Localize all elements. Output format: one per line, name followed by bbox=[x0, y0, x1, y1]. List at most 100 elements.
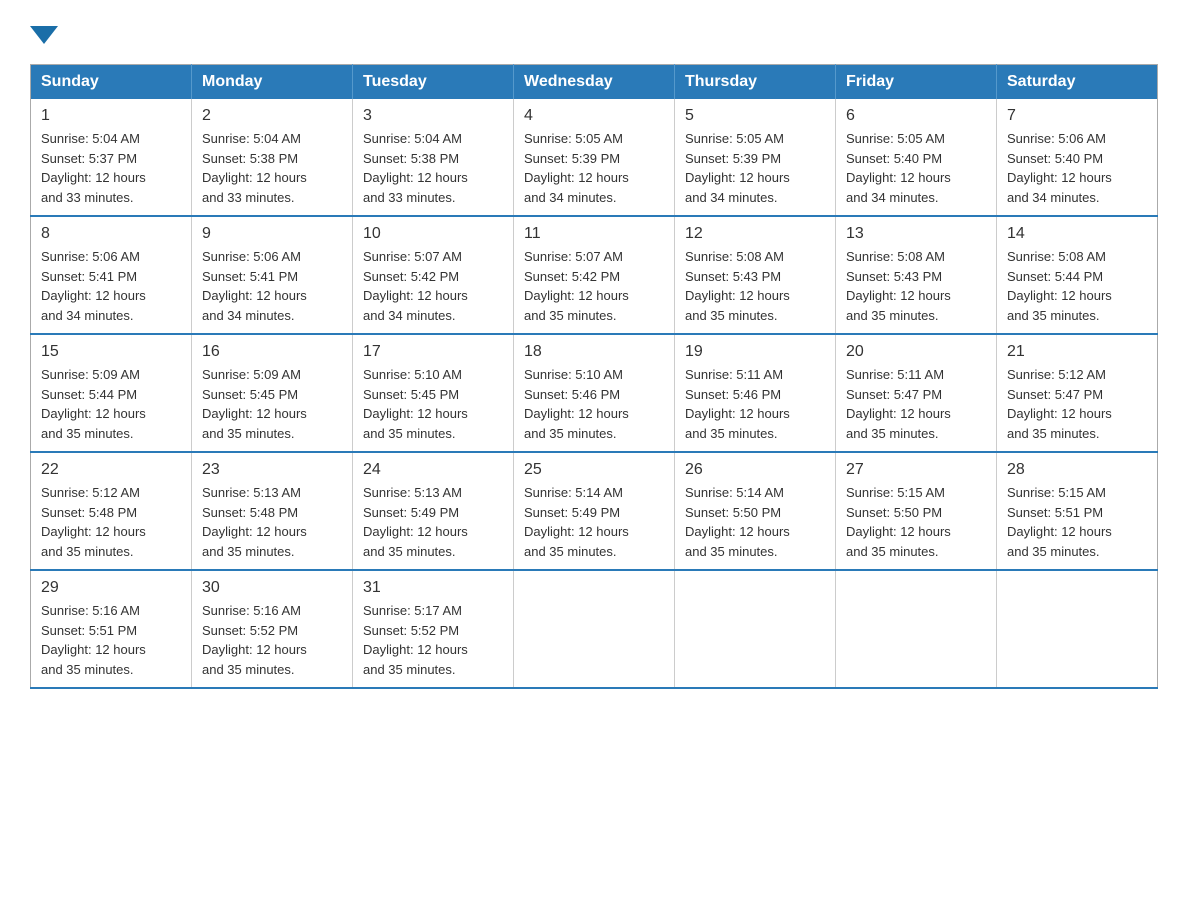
calendar-cell: 19 Sunrise: 5:11 AM Sunset: 5:46 PM Dayl… bbox=[675, 334, 836, 452]
calendar-cell: 30 Sunrise: 5:16 AM Sunset: 5:52 PM Dayl… bbox=[192, 570, 353, 688]
day-info: Sunrise: 5:05 AM Sunset: 5:39 PM Dayligh… bbox=[524, 129, 664, 207]
logo-block bbox=[30, 20, 58, 44]
day-info: Sunrise: 5:10 AM Sunset: 5:45 PM Dayligh… bbox=[363, 365, 503, 443]
day-info: Sunrise: 5:15 AM Sunset: 5:50 PM Dayligh… bbox=[846, 483, 986, 561]
calendar-cell: 15 Sunrise: 5:09 AM Sunset: 5:44 PM Dayl… bbox=[31, 334, 192, 452]
day-number: 20 bbox=[846, 343, 986, 361]
day-info: Sunrise: 5:04 AM Sunset: 5:38 PM Dayligh… bbox=[202, 129, 342, 207]
calendar-body: 1 Sunrise: 5:04 AM Sunset: 5:37 PM Dayli… bbox=[31, 99, 1158, 688]
calendar-week-1: 1 Sunrise: 5:04 AM Sunset: 5:37 PM Dayli… bbox=[31, 99, 1158, 216]
calendar-cell: 22 Sunrise: 5:12 AM Sunset: 5:48 PM Dayl… bbox=[31, 452, 192, 570]
calendar-cell: 16 Sunrise: 5:09 AM Sunset: 5:45 PM Dayl… bbox=[192, 334, 353, 452]
header-day-wednesday: Wednesday bbox=[514, 65, 675, 100]
day-number: 23 bbox=[202, 461, 342, 479]
calendar-cell: 17 Sunrise: 5:10 AM Sunset: 5:45 PM Dayl… bbox=[353, 334, 514, 452]
day-number: 28 bbox=[1007, 461, 1147, 479]
day-info: Sunrise: 5:08 AM Sunset: 5:44 PM Dayligh… bbox=[1007, 247, 1147, 325]
calendar-cell: 18 Sunrise: 5:10 AM Sunset: 5:46 PM Dayl… bbox=[514, 334, 675, 452]
calendar-cell: 26 Sunrise: 5:14 AM Sunset: 5:50 PM Dayl… bbox=[675, 452, 836, 570]
day-info: Sunrise: 5:09 AM Sunset: 5:45 PM Dayligh… bbox=[202, 365, 342, 443]
calendar-cell: 9 Sunrise: 5:06 AM Sunset: 5:41 PM Dayli… bbox=[192, 216, 353, 334]
day-info: Sunrise: 5:08 AM Sunset: 5:43 PM Dayligh… bbox=[685, 247, 825, 325]
day-number: 16 bbox=[202, 343, 342, 361]
day-info: Sunrise: 5:11 AM Sunset: 5:46 PM Dayligh… bbox=[685, 365, 825, 443]
calendar-week-4: 22 Sunrise: 5:12 AM Sunset: 5:48 PM Dayl… bbox=[31, 452, 1158, 570]
calendar-cell: 2 Sunrise: 5:04 AM Sunset: 5:38 PM Dayli… bbox=[192, 99, 353, 216]
day-number: 2 bbox=[202, 107, 342, 125]
day-number: 9 bbox=[202, 225, 342, 243]
day-number: 24 bbox=[363, 461, 503, 479]
calendar-cell: 28 Sunrise: 5:15 AM Sunset: 5:51 PM Dayl… bbox=[997, 452, 1158, 570]
calendar-cell: 3 Sunrise: 5:04 AM Sunset: 5:38 PM Dayli… bbox=[353, 99, 514, 216]
calendar-cell: 21 Sunrise: 5:12 AM Sunset: 5:47 PM Dayl… bbox=[997, 334, 1158, 452]
calendar-header: SundayMondayTuesdayWednesdayThursdayFrid… bbox=[31, 65, 1158, 100]
day-info: Sunrise: 5:04 AM Sunset: 5:38 PM Dayligh… bbox=[363, 129, 503, 207]
calendar-cell: 24 Sunrise: 5:13 AM Sunset: 5:49 PM Dayl… bbox=[353, 452, 514, 570]
day-number: 4 bbox=[524, 107, 664, 125]
day-number: 14 bbox=[1007, 225, 1147, 243]
calendar-cell: 29 Sunrise: 5:16 AM Sunset: 5:51 PM Dayl… bbox=[31, 570, 192, 688]
day-info: Sunrise: 5:17 AM Sunset: 5:52 PM Dayligh… bbox=[363, 601, 503, 679]
calendar-cell: 6 Sunrise: 5:05 AM Sunset: 5:40 PM Dayli… bbox=[836, 99, 997, 216]
calendar-cell: 1 Sunrise: 5:04 AM Sunset: 5:37 PM Dayli… bbox=[31, 99, 192, 216]
day-info: Sunrise: 5:16 AM Sunset: 5:52 PM Dayligh… bbox=[202, 601, 342, 679]
day-number: 27 bbox=[846, 461, 986, 479]
day-info: Sunrise: 5:12 AM Sunset: 5:47 PM Dayligh… bbox=[1007, 365, 1147, 443]
calendar-cell: 20 Sunrise: 5:11 AM Sunset: 5:47 PM Dayl… bbox=[836, 334, 997, 452]
calendar-week-3: 15 Sunrise: 5:09 AM Sunset: 5:44 PM Dayl… bbox=[31, 334, 1158, 452]
day-info: Sunrise: 5:05 AM Sunset: 5:39 PM Dayligh… bbox=[685, 129, 825, 207]
day-number: 10 bbox=[363, 225, 503, 243]
day-number: 6 bbox=[846, 107, 986, 125]
day-number: 7 bbox=[1007, 107, 1147, 125]
logo-arrow-icon bbox=[30, 26, 58, 44]
day-info: Sunrise: 5:11 AM Sunset: 5:47 PM Dayligh… bbox=[846, 365, 986, 443]
calendar-cell bbox=[836, 570, 997, 688]
day-info: Sunrise: 5:06 AM Sunset: 5:41 PM Dayligh… bbox=[202, 247, 342, 325]
calendar-cell bbox=[514, 570, 675, 688]
day-number: 30 bbox=[202, 579, 342, 597]
day-info: Sunrise: 5:09 AM Sunset: 5:44 PM Dayligh… bbox=[41, 365, 181, 443]
calendar-cell: 27 Sunrise: 5:15 AM Sunset: 5:50 PM Dayl… bbox=[836, 452, 997, 570]
day-info: Sunrise: 5:12 AM Sunset: 5:48 PM Dayligh… bbox=[41, 483, 181, 561]
day-info: Sunrise: 5:04 AM Sunset: 5:37 PM Dayligh… bbox=[41, 129, 181, 207]
calendar-cell: 11 Sunrise: 5:07 AM Sunset: 5:42 PM Dayl… bbox=[514, 216, 675, 334]
day-info: Sunrise: 5:08 AM Sunset: 5:43 PM Dayligh… bbox=[846, 247, 986, 325]
page-header bbox=[30, 20, 1158, 44]
day-number: 29 bbox=[41, 579, 181, 597]
calendar-cell: 12 Sunrise: 5:08 AM Sunset: 5:43 PM Dayl… bbox=[675, 216, 836, 334]
calendar-cell: 7 Sunrise: 5:06 AM Sunset: 5:40 PM Dayli… bbox=[997, 99, 1158, 216]
day-number: 11 bbox=[524, 225, 664, 243]
header-row: SundayMondayTuesdayWednesdayThursdayFrid… bbox=[31, 65, 1158, 100]
day-info: Sunrise: 5:06 AM Sunset: 5:41 PM Dayligh… bbox=[41, 247, 181, 325]
day-info: Sunrise: 5:10 AM Sunset: 5:46 PM Dayligh… bbox=[524, 365, 664, 443]
day-info: Sunrise: 5:14 AM Sunset: 5:50 PM Dayligh… bbox=[685, 483, 825, 561]
header-day-friday: Friday bbox=[836, 65, 997, 100]
calendar-cell bbox=[675, 570, 836, 688]
header-day-monday: Monday bbox=[192, 65, 353, 100]
logo bbox=[30, 20, 58, 44]
day-number: 15 bbox=[41, 343, 181, 361]
calendar-cell: 13 Sunrise: 5:08 AM Sunset: 5:43 PM Dayl… bbox=[836, 216, 997, 334]
day-info: Sunrise: 5:07 AM Sunset: 5:42 PM Dayligh… bbox=[363, 247, 503, 325]
day-number: 31 bbox=[363, 579, 503, 597]
calendar-cell: 4 Sunrise: 5:05 AM Sunset: 5:39 PM Dayli… bbox=[514, 99, 675, 216]
calendar-cell: 14 Sunrise: 5:08 AM Sunset: 5:44 PM Dayl… bbox=[997, 216, 1158, 334]
logo-top-row bbox=[30, 20, 58, 44]
calendar-cell: 25 Sunrise: 5:14 AM Sunset: 5:49 PM Dayl… bbox=[514, 452, 675, 570]
calendar-week-5: 29 Sunrise: 5:16 AM Sunset: 5:51 PM Dayl… bbox=[31, 570, 1158, 688]
day-info: Sunrise: 5:13 AM Sunset: 5:48 PM Dayligh… bbox=[202, 483, 342, 561]
calendar-table: SundayMondayTuesdayWednesdayThursdayFrid… bbox=[30, 64, 1158, 689]
day-info: Sunrise: 5:14 AM Sunset: 5:49 PM Dayligh… bbox=[524, 483, 664, 561]
day-number: 8 bbox=[41, 225, 181, 243]
header-day-saturday: Saturday bbox=[997, 65, 1158, 100]
calendar-cell: 5 Sunrise: 5:05 AM Sunset: 5:39 PM Dayli… bbox=[675, 99, 836, 216]
day-number: 18 bbox=[524, 343, 664, 361]
day-info: Sunrise: 5:06 AM Sunset: 5:40 PM Dayligh… bbox=[1007, 129, 1147, 207]
calendar-cell bbox=[997, 570, 1158, 688]
calendar-cell: 8 Sunrise: 5:06 AM Sunset: 5:41 PM Dayli… bbox=[31, 216, 192, 334]
day-number: 5 bbox=[685, 107, 825, 125]
day-number: 12 bbox=[685, 225, 825, 243]
calendar-cell: 10 Sunrise: 5:07 AM Sunset: 5:42 PM Dayl… bbox=[353, 216, 514, 334]
day-info: Sunrise: 5:05 AM Sunset: 5:40 PM Dayligh… bbox=[846, 129, 986, 207]
day-info: Sunrise: 5:15 AM Sunset: 5:51 PM Dayligh… bbox=[1007, 483, 1147, 561]
